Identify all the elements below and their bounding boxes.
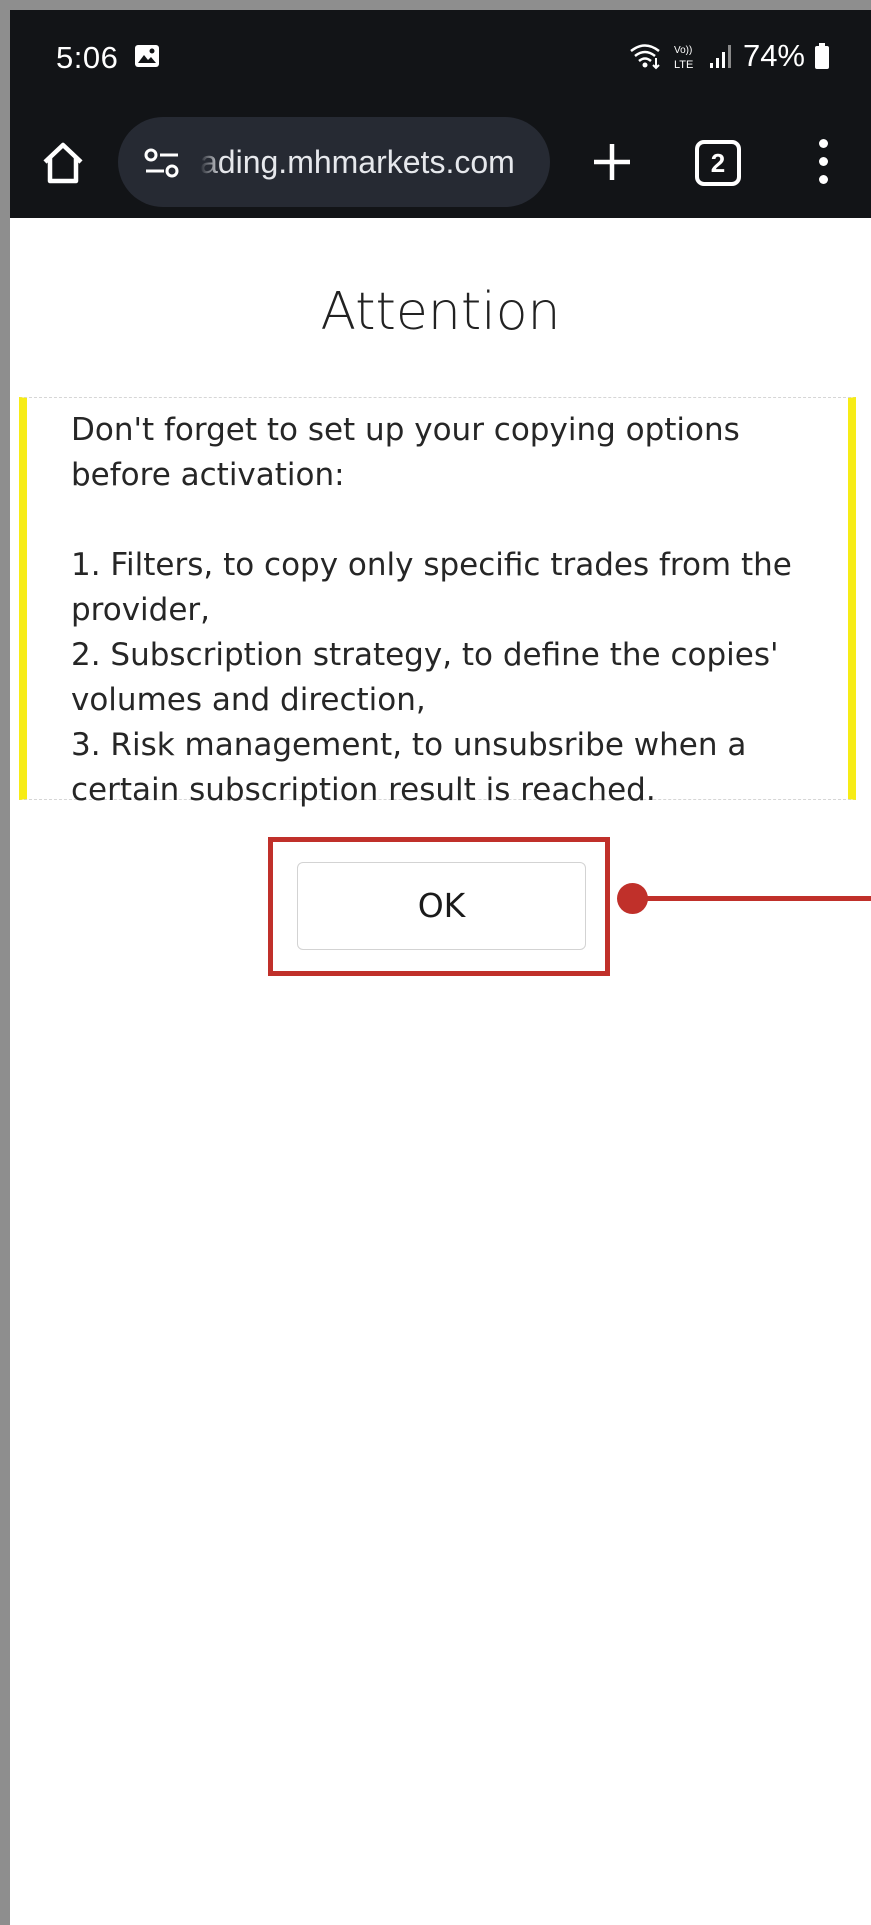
url-text[interactable]: ading.mhmarkets.com	[200, 141, 540, 183]
status-time: 5:06	[56, 40, 119, 75]
browser-toolbar: ading.mhmarkets.com 2	[10, 107, 871, 218]
ok-button[interactable]: OK	[297, 862, 586, 950]
svg-text:Vo)): Vo))	[674, 45, 692, 56]
notice-item: 1. Filters, to copy only specific trades…	[71, 547, 792, 628]
address-bar[interactable]: ading.mhmarkets.com	[118, 117, 550, 207]
status-bar: 5:06 Vo)) LTE 74%	[10, 10, 871, 107]
notice-text: Don't forget to set up your copying opti…	[71, 408, 841, 813]
notice-item: 2. Subscription strategy, to define the …	[71, 637, 779, 718]
site-settings-icon[interactable]	[144, 147, 180, 179]
wifi-icon	[630, 44, 660, 70]
screen: 5:06 Vo)) LTE 74% ading.mhmarkets.com 2 …	[10, 10, 871, 1925]
more-vert-icon[interactable]	[815, 137, 831, 187]
notice-item: 3. Risk management, to unsubsribe when a…	[71, 727, 747, 808]
annotation-pointer-line	[640, 896, 871, 901]
svg-text:LTE: LTE	[674, 59, 693, 71]
home-icon[interactable]	[40, 140, 86, 186]
volte-icon: Vo)) LTE	[674, 45, 693, 71]
battery-percent: 74%	[742, 38, 805, 73]
battery-icon	[815, 43, 829, 69]
tabs-button[interactable]: 2	[695, 140, 741, 186]
status-icons: Vo)) LTE 74%	[629, 36, 829, 76]
signal-icon	[709, 45, 731, 68]
notice-box: Don't forget to set up your copying opti…	[19, 397, 856, 808]
photo-icon	[135, 45, 159, 67]
notice-intro: Don't forget to set up your copying opti…	[71, 412, 740, 493]
dialog-title: Attention	[320, 282, 561, 342]
plus-icon[interactable]	[590, 140, 634, 184]
